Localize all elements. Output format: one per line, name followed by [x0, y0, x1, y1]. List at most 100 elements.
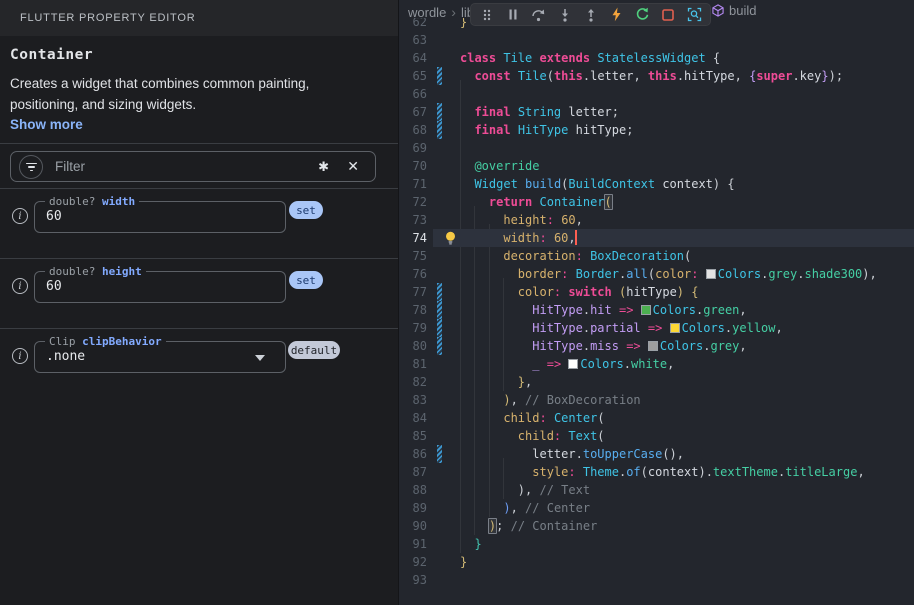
code-line-81[interactable]: 81 _ => Colors.white,: [399, 355, 914, 373]
code-line-79[interactable]: 79 HitType.partial => Colors.yellow,: [399, 319, 914, 337]
code-line-91[interactable]: 91 }: [399, 535, 914, 553]
code-line-67[interactable]: 67 final String letter;: [399, 103, 914, 121]
color-swatch[interactable]: [706, 269, 716, 279]
code-line-65[interactable]: 65 const Tile(this.letter, this.hitType,…: [399, 67, 914, 85]
code-line-76[interactable]: 76 border: Border.all(color: Colors.grey…: [399, 265, 914, 283]
color-swatch[interactable]: [641, 305, 651, 315]
color-swatch[interactable]: [670, 323, 680, 333]
widget-inspector-icon[interactable]: [681, 4, 707, 25]
line-number: 89: [399, 499, 427, 517]
gutter-spacer: [437, 571, 442, 589]
text-cursor: [575, 230, 577, 245]
code-line-92[interactable]: 92}: [399, 553, 914, 571]
code-line-66[interactable]: 66: [399, 85, 914, 103]
line-number: 92: [399, 553, 427, 571]
code-line-83[interactable]: 83 ), // BoxDecoration: [399, 391, 914, 409]
set-button[interactable]: set: [289, 271, 323, 289]
line-number: 81: [399, 355, 427, 373]
code-line-90[interactable]: 90 ); // Container: [399, 517, 914, 535]
pause-icon[interactable]: [500, 4, 526, 25]
debug-toolbar: [470, 3, 711, 26]
hot-reload-icon[interactable]: [603, 4, 629, 25]
filter-input[interactable]: [55, 153, 325, 180]
step-over-icon[interactable]: [526, 4, 552, 25]
line-number: 71: [399, 175, 427, 193]
divider: [0, 188, 398, 189]
code-line-74[interactable]: 74 width: 60,: [399, 229, 914, 247]
drag-grip-icon[interactable]: [474, 4, 500, 25]
hot-restart-icon[interactable]: [629, 4, 655, 25]
code-line-71[interactable]: 71 Widget build(BuildContext context) {: [399, 175, 914, 193]
height-input-field[interactable]: double? height 60: [34, 271, 286, 303]
filter-field[interactable]: ✱ ✕: [10, 151, 376, 182]
clear-x-icon[interactable]: ✕: [347, 158, 359, 175]
selected-widget-title: Container: [10, 47, 93, 63]
divider: [0, 258, 398, 259]
height-value[interactable]: 60: [46, 272, 62, 302]
width-value[interactable]: 60: [46, 202, 62, 232]
property-name: clipBehavior: [82, 335, 161, 348]
code-line-77[interactable]: 77 color: switch (hitType) {: [399, 283, 914, 301]
code-line-82[interactable]: 82 },: [399, 373, 914, 391]
code-line-86[interactable]: 86 letter.toUpperCase(),: [399, 445, 914, 463]
gutter-spacer: [437, 427, 442, 445]
line-number: 93: [399, 571, 427, 589]
code-editor[interactable]: 62}6364class Tile extends StatelessWidge…: [399, 13, 914, 589]
breadcrumb-tail[interactable]: build: [711, 3, 756, 18]
code-line-85[interactable]: 85 child: Text(: [399, 427, 914, 445]
line-number: 80: [399, 337, 427, 355]
app-window: FLUTTER PROPERTY EDITOR Container Create…: [0, 0, 914, 605]
code-line-73[interactable]: 73 height: 60,: [399, 211, 914, 229]
code-line-68[interactable]: 68 final HitType hitType;: [399, 121, 914, 139]
show-more-link[interactable]: Show more: [10, 117, 83, 132]
breadcrumb-root[interactable]: wordle: [408, 5, 446, 20]
step-into-icon[interactable]: [552, 4, 578, 25]
code-line-69[interactable]: 69: [399, 139, 914, 157]
stop-icon[interactable]: [655, 4, 681, 25]
filter-funnel-button[interactable]: [19, 155, 43, 179]
code-line-93[interactable]: 93: [399, 571, 914, 589]
breadcrumb-leaf[interactable]: build: [729, 3, 756, 18]
panel-header-title: FLUTTER PROPERTY EDITOR: [20, 12, 195, 24]
gutter-spacer: [437, 409, 442, 427]
clipbehavior-dropdown[interactable]: Clip clipBehavior .none: [34, 341, 286, 373]
code-line-75[interactable]: 75 decoration: BoxDecoration(: [399, 247, 914, 265]
line-number: 82: [399, 373, 427, 391]
filter-funnel-icon: [26, 163, 37, 172]
set-button[interactable]: set: [289, 201, 323, 219]
info-icon[interactable]: i: [12, 348, 28, 364]
line-number: 72: [399, 193, 427, 211]
code-line-89[interactable]: 89 ), // Center: [399, 499, 914, 517]
line-number: 79: [399, 319, 427, 337]
gutter-spacer: [437, 229, 442, 247]
color-swatch[interactable]: [568, 359, 578, 369]
width-input-field[interactable]: double? width 60: [34, 201, 286, 233]
default-button[interactable]: default: [288, 341, 340, 359]
code-line-80[interactable]: 80 HitType.miss => Colors.grey,: [399, 337, 914, 355]
line-number: 66: [399, 85, 427, 103]
clipbehavior-value[interactable]: .none: [46, 342, 85, 372]
info-icon[interactable]: i: [12, 208, 28, 224]
color-swatch[interactable]: [648, 341, 658, 351]
line-number: 69: [399, 139, 427, 157]
info-icon[interactable]: i: [12, 278, 28, 294]
match-asterisk-icon[interactable]: ✱: [318, 159, 329, 175]
gutter-spacer: [437, 535, 442, 553]
code-line-87[interactable]: 87 style: Theme.of(context).textTheme.ti…: [399, 463, 914, 481]
code-line-63[interactable]: 63: [399, 31, 914, 49]
modified-line-indicator: [437, 337, 442, 355]
code-line-88[interactable]: 88 ), // Text: [399, 481, 914, 499]
gutter-spacer: [437, 373, 442, 391]
widget-description: Creates a widget that combines common pa…: [10, 74, 372, 116]
chevron-down-icon[interactable]: [255, 355, 265, 361]
code-line-78[interactable]: 78 HitType.hit => Colors.green,: [399, 301, 914, 319]
line-number: 91: [399, 535, 427, 553]
line-number: 86: [399, 445, 427, 463]
code-line-70[interactable]: 70 @override: [399, 157, 914, 175]
code-line-64[interactable]: 64class Tile extends StatelessWidget {: [399, 49, 914, 67]
code-line-72[interactable]: 72 return Container(: [399, 193, 914, 211]
line-number: 88: [399, 481, 427, 499]
step-out-icon[interactable]: [578, 4, 604, 25]
code-line-84[interactable]: 84 child: Center(: [399, 409, 914, 427]
gutter-spacer: [437, 31, 442, 49]
